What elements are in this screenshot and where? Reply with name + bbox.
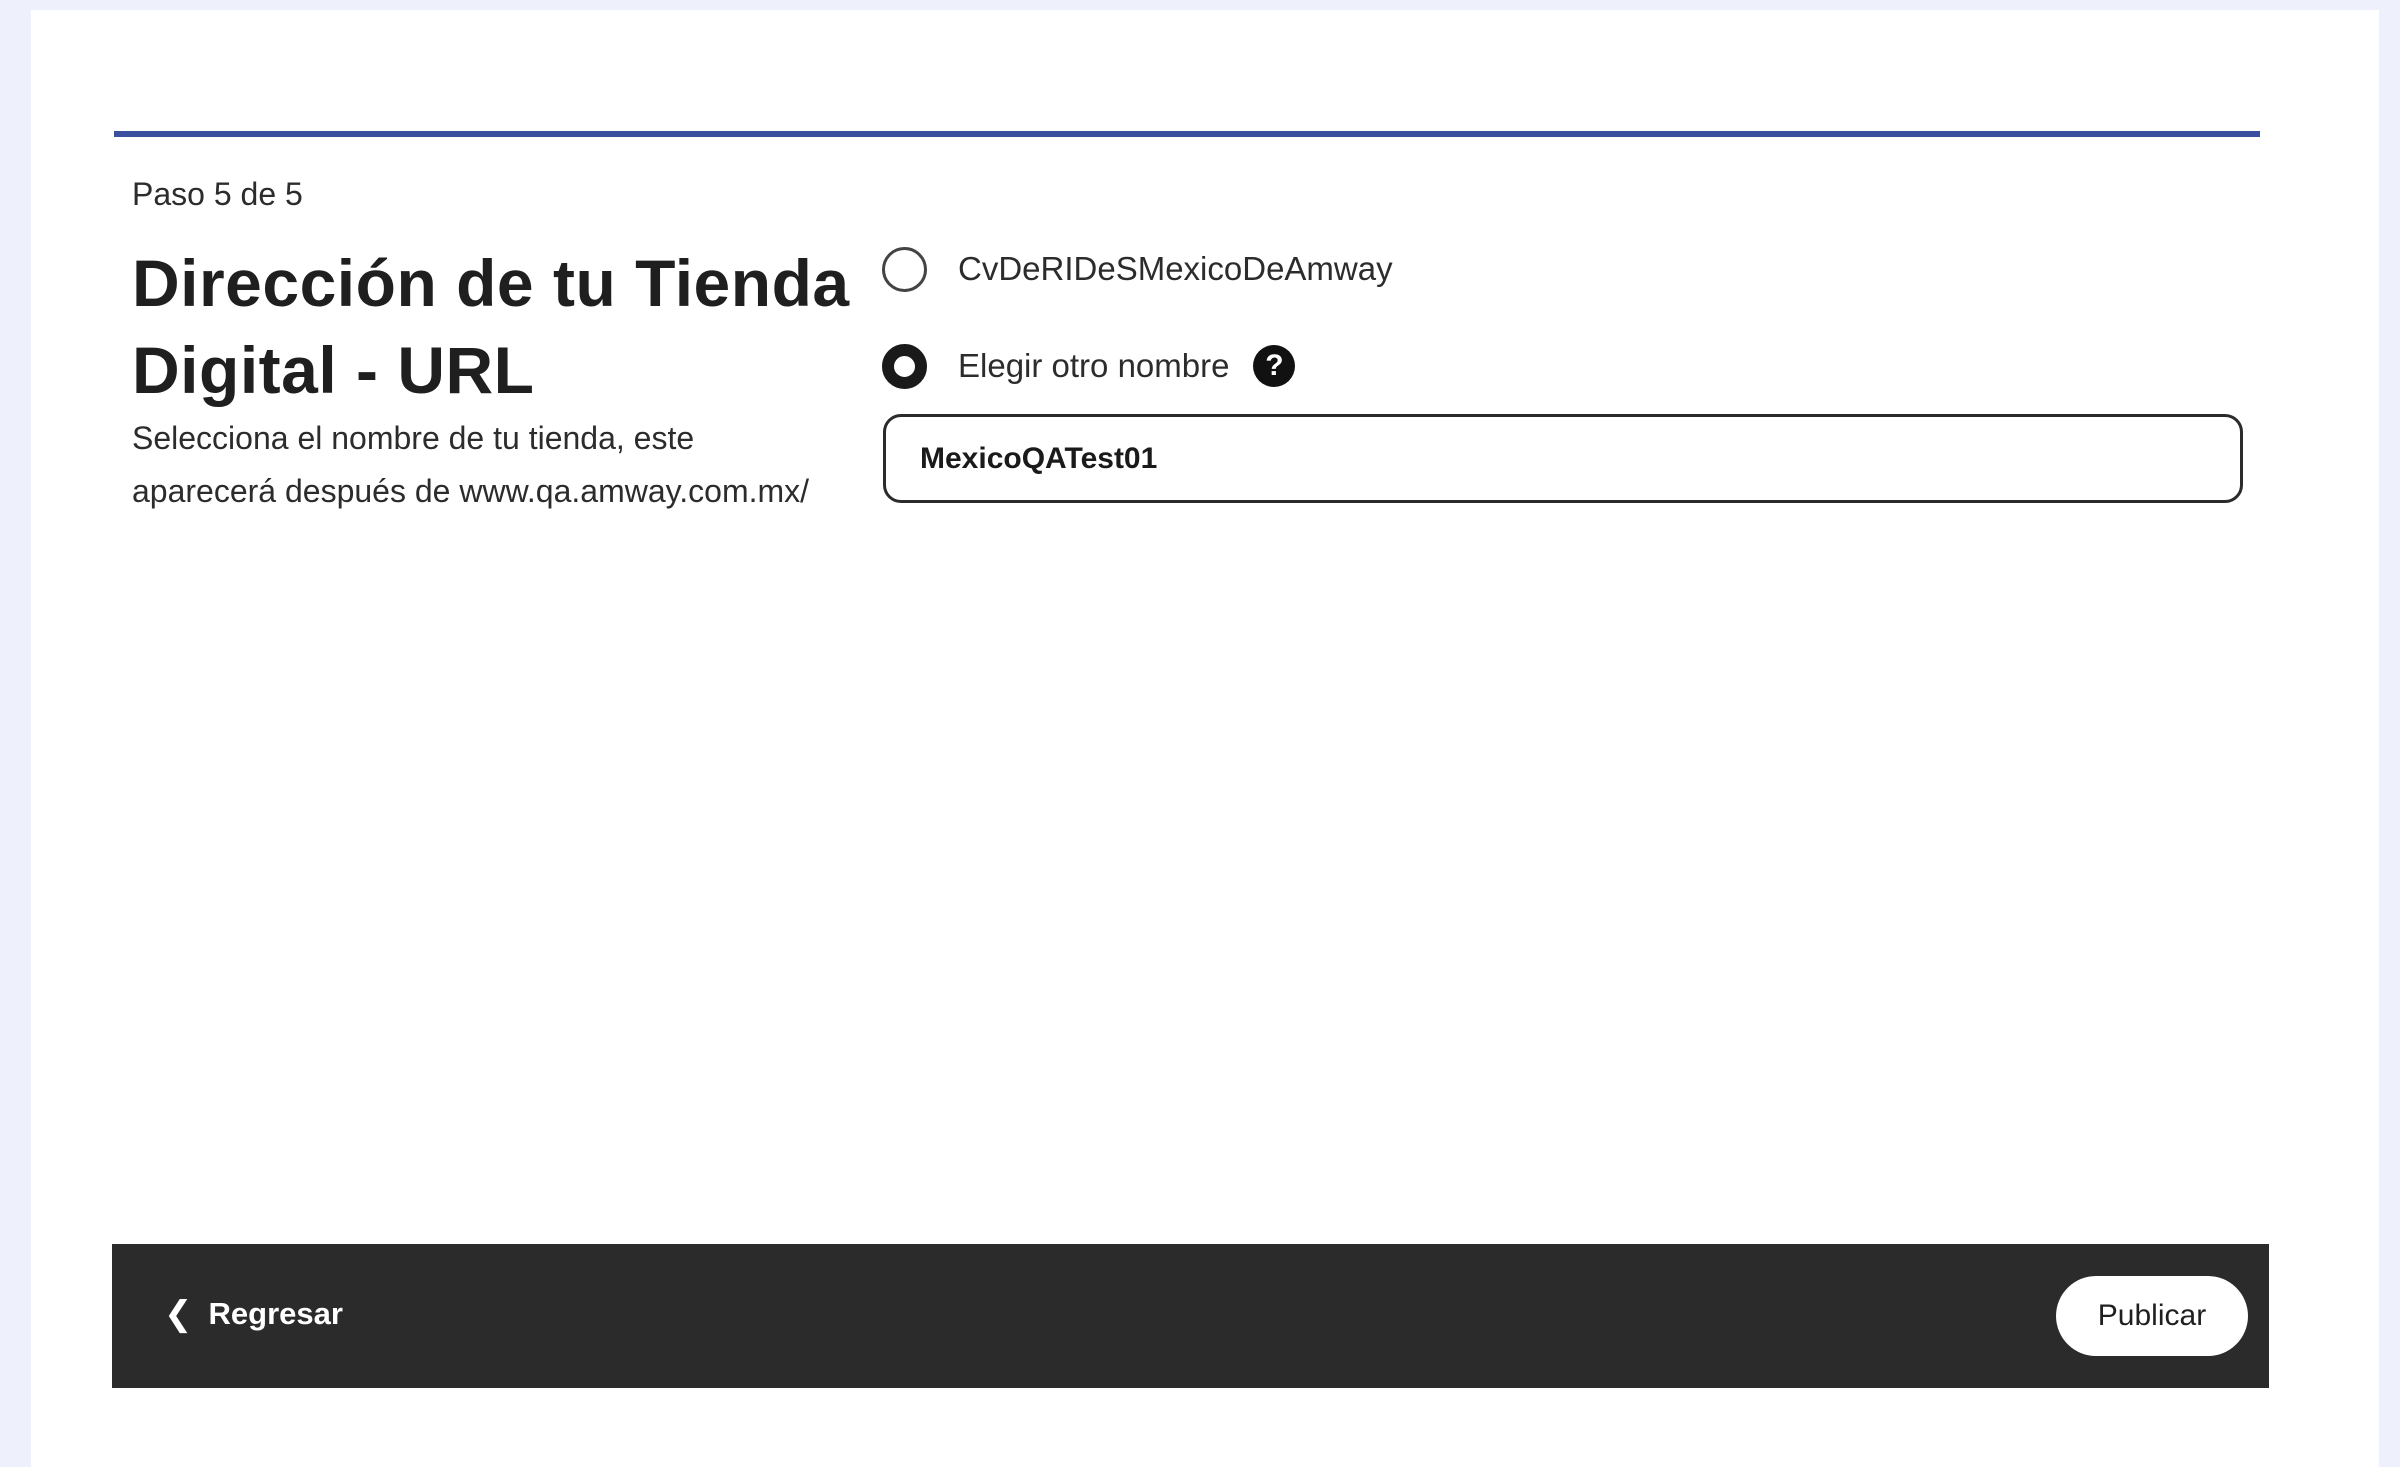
question-circle-icon[interactable]: ? xyxy=(1253,345,1296,387)
option-custom-name-label: Elegir otro nombre xyxy=(958,347,1230,384)
custom-name-input[interactable] xyxy=(883,414,2243,503)
back-button[interactable]: ❮ Regresar xyxy=(164,1294,343,1334)
form-card: Paso 5 de 5 Dirección de tu Tienda Digit… xyxy=(31,10,2379,1467)
footer-bar: ❮ Regresar Publicar xyxy=(112,1244,2269,1388)
progress-bar-fill xyxy=(114,131,2260,137)
option-default-name-label: CvDeRIDeSMexicoDeAmway xyxy=(958,250,1393,287)
publish-button[interactable]: Publicar xyxy=(2056,1276,2248,1356)
step-indicator: Paso 5 de 5 xyxy=(132,176,303,212)
page-description: Selecciona el nombre de tu tienda, este … xyxy=(132,420,810,509)
progress-bar xyxy=(114,131,2260,137)
option-custom-name[interactable]: Elegir otro nombre ? xyxy=(882,341,1296,391)
radio-button-custom-name[interactable] xyxy=(882,343,927,389)
page-title: Dirección de tu Tienda Digital - URL xyxy=(132,246,850,407)
radio-button-default-name[interactable] xyxy=(882,246,927,292)
chevron-left-icon: ❮ xyxy=(164,1295,193,1333)
back-button-label: Regresar xyxy=(208,1296,343,1331)
option-default-name[interactable]: CvDeRIDeSMexicoDeAmway xyxy=(882,244,1393,294)
